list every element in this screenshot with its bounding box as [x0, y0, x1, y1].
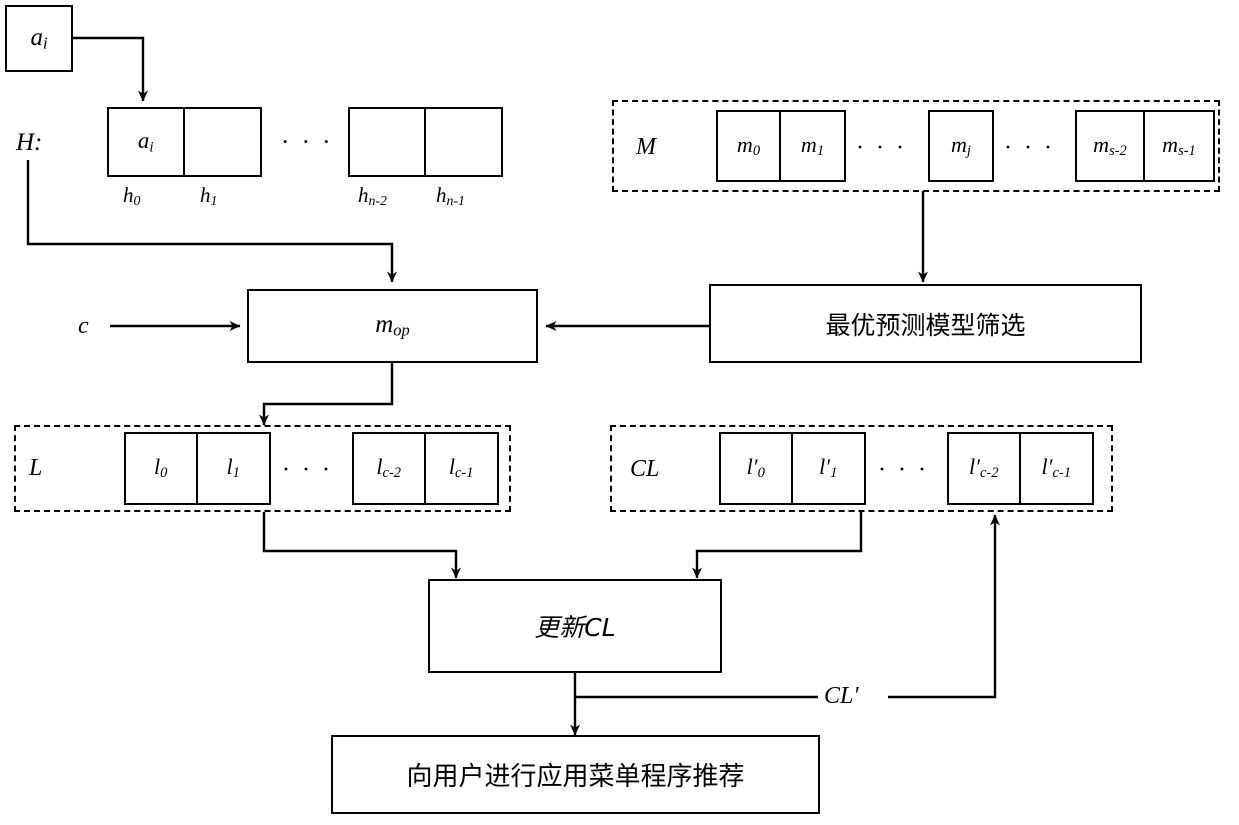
l-cell-0-value: l0: [154, 454, 168, 482]
cl-prime-label: CL′: [822, 683, 861, 709]
m-cell-0-value: m0: [736, 131, 761, 160]
l-cell-1: l1: [197, 434, 269, 503]
l-array-ellipsis: · · ·: [282, 457, 333, 483]
cl-array-group-end: l′c-2 l′c-1: [947, 432, 1094, 505]
h-cell-1-caption: h1: [200, 183, 218, 209]
edge-h-to-mop: [26, 160, 397, 283]
recommend-box: 向用户进行应用菜单程序推荐: [331, 735, 820, 814]
m-cell-j: mj: [930, 112, 992, 180]
m-op-box: mop: [247, 289, 538, 363]
h-cell-0-value: ai: [137, 127, 154, 156]
h-array-group-left: ai: [107, 107, 262, 177]
model-select-label: 最优预测模型筛选: [825, 310, 1026, 340]
l-cell-c-1: lc-1: [425, 434, 497, 503]
m-array-group-01: m0 m1: [716, 110, 846, 182]
c-input-label: c: [78, 313, 89, 339]
l-array-group-end: lc-2 lc-1: [352, 432, 499, 505]
edge-mop-to-l: [259, 363, 394, 426]
h-array-label: H:: [16, 129, 43, 156]
l-cell-0: l0: [126, 434, 198, 503]
m-cell-s-2: ms-2: [1077, 112, 1145, 180]
cl-array-ellipsis: · · ·: [878, 457, 929, 483]
edge-l-to-updatecl: [262, 512, 461, 579]
edge-ai-to-h: [73, 36, 148, 102]
h-cell-n-2: [350, 109, 426, 175]
m-cell-1: m1: [781, 112, 844, 180]
m-array-ellipsis-2: · · ·: [1004, 135, 1055, 161]
m-cell-s-1: ms-1: [1145, 112, 1213, 180]
m-cell-s-1-value: ms-1: [1162, 131, 1196, 160]
l-cell-c-2-value: lc-2: [376, 454, 402, 482]
cl-cell-c-2: l′c-2: [949, 434, 1021, 503]
m-cell-1-value: m1: [800, 131, 825, 160]
m-cell-s-2-value: ms-2: [1093, 131, 1127, 160]
update-cl-box: 更新CL: [428, 579, 722, 673]
cl-cell-0-value: l′0: [746, 454, 765, 482]
cl-array-label: CL: [630, 456, 660, 482]
update-cl-label: 更新CL: [534, 613, 616, 642]
diagram-canvas: ai H: ai · · · h0 h1 hn-2 hn-1 M m0 m1 ·: [0, 0, 1239, 825]
cl-cell-c-1-value: l′c-1: [1041, 454, 1071, 482]
cl-cell-0: l′0: [721, 434, 793, 503]
m-cell-j-value: mj: [951, 131, 971, 160]
model-select-box: 最优预测模型筛选: [709, 284, 1142, 363]
cl-cell-1-value: l′1: [819, 454, 838, 482]
h-cell-n-1-caption: hn-1: [436, 183, 465, 209]
l-cell-c-2: lc-2: [354, 434, 426, 503]
m-array-group-end: ms-2 ms-1: [1075, 110, 1215, 182]
h-cell-0-caption: h0: [123, 183, 141, 209]
input-item-box: ai: [5, 5, 73, 72]
input-item-label: ai: [30, 23, 48, 53]
l-array-group-01: l0 l1: [124, 432, 271, 505]
h-cell-0: ai: [109, 109, 185, 175]
h-cell-n-1: [425, 109, 501, 175]
cl-array-group-01: l′0 l′1: [719, 432, 866, 505]
l-cell-c-1-value: lc-1: [448, 454, 474, 482]
h-cell-1: [184, 109, 260, 175]
h-array-group-right: [348, 107, 503, 177]
l-cell-1-value: l1: [226, 454, 240, 482]
cl-cell-c-1: l′c-1: [1020, 434, 1092, 503]
recommend-label: 向用户进行应用菜单程序推荐: [406, 762, 745, 792]
l-array-label: L: [29, 455, 43, 481]
m-array-group-j: mj: [928, 110, 994, 182]
m-cell-0: m0: [718, 112, 781, 180]
m-op-label: mop: [375, 311, 410, 340]
m-array-ellipsis-1: · · ·: [856, 135, 907, 161]
edge-cl-to-updatecl: [692, 512, 863, 579]
cl-cell-c-2-value: l′c-2: [969, 454, 999, 482]
h-cell-n-2-caption: hn-2: [358, 183, 387, 209]
h-array-ellipsis: · · ·: [281, 129, 334, 156]
m-array-label: M: [636, 134, 656, 160]
cl-cell-1: l′1: [792, 434, 864, 503]
